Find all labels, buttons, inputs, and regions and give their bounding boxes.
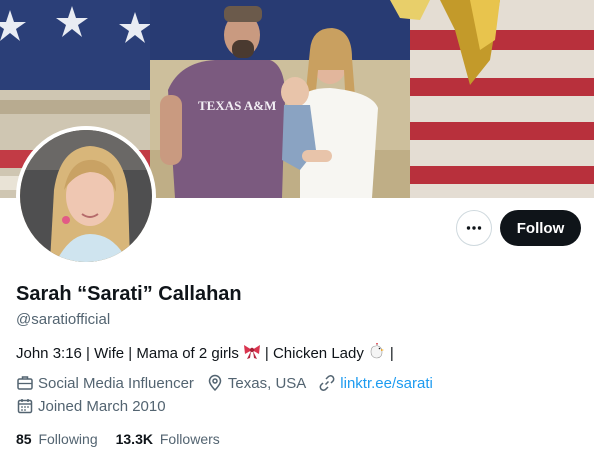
following-count: 85: [16, 431, 32, 447]
profile-stats: 85 Following 13.3K Followers: [16, 431, 238, 447]
profile-joined-row: Joined March 2010: [16, 397, 178, 415]
link-icon: [319, 375, 335, 391]
calendar-icon: [17, 399, 33, 414]
user-handle: @saratiofficial: [16, 311, 111, 328]
profile-bio: John 3:16 | Wife | Mama of 2 girls | Chi…: [16, 342, 394, 364]
profile-avatar[interactable]: [16, 126, 156, 266]
display-name: Sarah “Sarati” Callahan: [16, 283, 242, 305]
more-horizontal-icon: [466, 226, 482, 230]
followers-stat[interactable]: 13.3K Followers: [116, 431, 220, 447]
shirt-text: TEXAS A&M: [198, 98, 276, 113]
bio-text-2: | Chicken Lady: [264, 344, 364, 362]
profile-category: Social Media Influencer: [16, 374, 194, 392]
category-label: Social Media Influencer: [38, 374, 194, 392]
following-stat[interactable]: 85 Following: [16, 431, 98, 447]
follow-button[interactable]: Follow: [500, 210, 581, 246]
bio-text-1: John 3:16 | Wife | Mama of 2 girls: [16, 344, 239, 362]
profile-meta-row: Social Media Influencer Texas, USA linkt…: [16, 374, 445, 392]
bio-text-3: |: [389, 344, 394, 362]
following-label: Following: [38, 431, 98, 447]
profile-joined: Joined March 2010: [16, 397, 166, 415]
profile-website[interactable]: linktr.ee/sarati: [318, 374, 433, 392]
chicken-emoji-icon: [368, 342, 386, 364]
location-pin-icon: [208, 374, 222, 392]
location-label: Texas, USA: [227, 374, 307, 392]
bow-emoji-icon: [243, 343, 261, 363]
joined-label: Joined March 2010: [38, 397, 166, 415]
followers-label: Followers: [159, 431, 220, 447]
website-link[interactable]: linktr.ee/sarati: [340, 375, 433, 392]
followers-count: 13.3K: [115, 431, 153, 447]
briefcase-icon: [17, 376, 33, 390]
profile-location: Texas, USA: [206, 374, 306, 392]
more-options-button[interactable]: [456, 210, 492, 246]
